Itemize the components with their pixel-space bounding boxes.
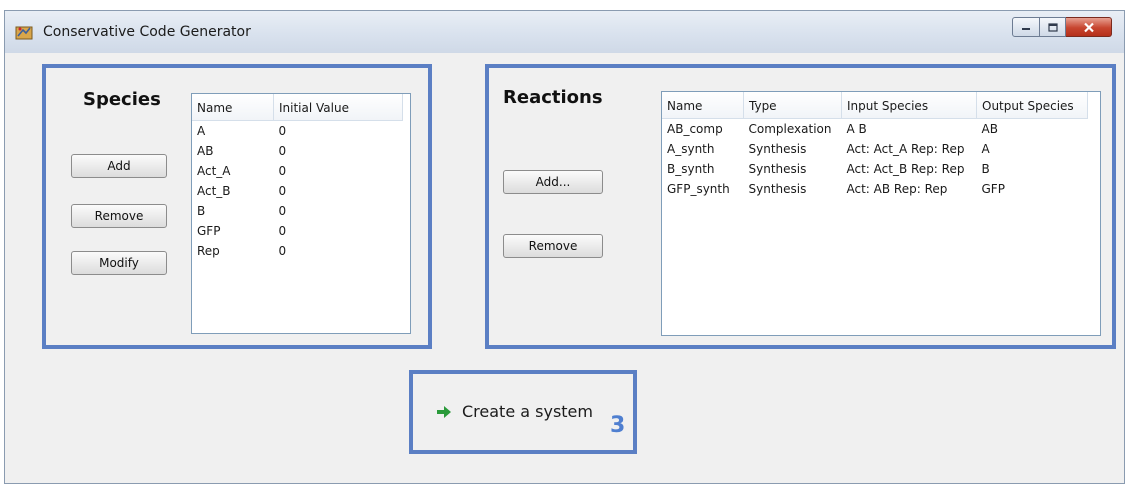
species-heading: Species (83, 89, 161, 110)
table-row[interactable]: A0 (192, 121, 403, 142)
reactions-remove-button[interactable]: Remove (503, 234, 603, 258)
create-system-marker: 3 (610, 413, 626, 438)
reaction-type-cell: Synthesis (748, 162, 807, 176)
table-row[interactable]: Rep 0 (192, 241, 403, 261)
close-button[interactable] (1066, 17, 1112, 37)
reaction-output-cell: GFP (981, 182, 1005, 196)
title-bar: Conservative Code Generator (5, 11, 1124, 53)
table-row[interactable]: B_synth Synthesis Act: Act_B Rep: Rep B (662, 159, 1088, 179)
reactions-add-button[interactable]: Add... (503, 170, 603, 194)
app-icon (15, 26, 33, 40)
species-name-cell: Act_A (197, 164, 231, 178)
close-icon (1083, 22, 1094, 32)
species-remove-button[interactable]: Remove (71, 204, 167, 228)
species-name-cell: Rep (197, 244, 220, 258)
table-row[interactable]: AB_comp Complexation A B AB (662, 119, 1088, 140)
species-value-cell: 0 (278, 204, 287, 218)
reaction-type-cell: Synthesis (748, 142, 807, 156)
table-row[interactable]: B0 (192, 201, 403, 221)
minimize-icon (1022, 28, 1030, 30)
reaction-input-cell: Act: Act_A Rep: Rep (846, 142, 965, 156)
species-modify-button[interactable]: Modify (71, 251, 167, 275)
table-row[interactable]: GFP 0 (192, 221, 403, 241)
reaction-input-cell: Act: AB Rep: Rep (846, 182, 948, 196)
species-name-cell: A (197, 124, 206, 138)
green-arrow-right-icon (437, 405, 451, 418)
species-name-cell: Act_B (197, 184, 231, 198)
reaction-name-cell: AB_comp (667, 122, 723, 136)
species-name-cell: GFP (197, 224, 221, 238)
species-value-cell: 0 (278, 164, 287, 178)
reaction-output-cell: B (981, 162, 990, 176)
species-value-cell: 0 (278, 244, 287, 258)
reactions-column-input-species[interactable]: Input Species (841, 92, 977, 119)
table-row[interactable]: GFP_synth Synthesis Act: AB Rep: Rep GFP (662, 179, 1088, 199)
reactions-column-name[interactable]: Name (662, 92, 744, 119)
create-system-label: Create a system (462, 402, 593, 421)
species-list[interactable]: ▲ Name Initial Value A0 AB0 Act_A0 Act_B… (191, 93, 411, 334)
species-value-cell: 0 (278, 224, 287, 238)
species-column-name[interactable]: Name (192, 94, 274, 121)
window-controls (1012, 17, 1112, 37)
species-value-cell: 0 (278, 144, 287, 158)
reactions-column-type[interactable]: Type (743, 92, 842, 119)
reaction-type-cell: Synthesis (748, 182, 807, 196)
window-title: Conservative Code Generator (43, 24, 251, 40)
species-name-cell: B (197, 204, 206, 218)
reactions-list[interactable]: ▲ Name Type Input Species Output Species… (661, 91, 1101, 336)
reaction-output-cell: A (981, 142, 990, 156)
create-system-button[interactable]: Create a system (436, 402, 593, 421)
table-row[interactable]: A_synth Synthesis Act: Act_A Rep: Rep A (662, 139, 1088, 159)
species-value-cell: 0 (278, 124, 287, 138)
minimize-button[interactable] (1012, 17, 1040, 37)
species-column-initial-value[interactable]: Initial Value (273, 94, 403, 121)
table-row[interactable]: Act_B 0 (192, 181, 403, 201)
maximize-button[interactable] (1040, 17, 1066, 37)
species-value-cell: 0 (278, 184, 287, 198)
reaction-name-cell: GFP_synth (667, 182, 730, 196)
species-add-button[interactable]: Add (71, 154, 167, 178)
reaction-name-cell: B_synth (667, 162, 715, 176)
reaction-input-cell: Act: Act_B Rep: Rep (846, 162, 965, 176)
reaction-input-cell: A B (846, 122, 867, 136)
reactions-heading: Reactions (503, 87, 603, 108)
table-row[interactable]: Act_A 0 (192, 161, 403, 181)
maximize-icon (1047, 22, 1058, 32)
reaction-output-cell: AB (981, 122, 998, 136)
reaction-type-cell: Complexation (748, 122, 832, 136)
reactions-column-output-species[interactable]: Output Species (976, 92, 1088, 119)
reaction-name-cell: A_synth (667, 142, 715, 156)
table-row[interactable]: AB 0 (192, 141, 403, 161)
species-name-cell: AB (197, 144, 214, 158)
